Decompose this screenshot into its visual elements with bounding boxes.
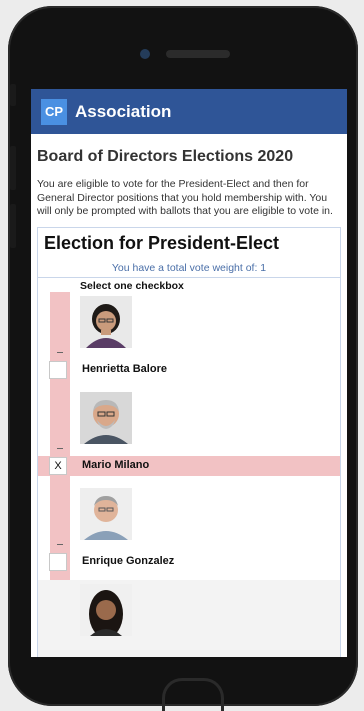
election-title: Election for President-Elect	[44, 232, 280, 253]
mute-switch	[10, 84, 16, 106]
earpiece-speaker	[166, 50, 230, 58]
candidate-row	[38, 579, 340, 657]
home-button[interactable]	[162, 678, 224, 711]
checkbox-row: X Mario Milano	[38, 455, 340, 476]
ballot-instruction: Select one checkbox	[80, 279, 184, 292]
candidate-photo	[80, 487, 132, 540]
candidate-row: Henrietta Balore	[38, 292, 340, 388]
candidate-photo	[80, 391, 132, 444]
candidate-row: X Mario Milano	[38, 388, 340, 484]
intro-text: You are eligible to vote for the Preside…	[37, 178, 333, 217]
volume-down-button	[10, 204, 16, 248]
ballot-card: Election for President-Elect You have a …	[37, 226, 341, 657]
app-name: Association	[75, 101, 172, 121]
checkbox-row: Enrique Gonzalez	[38, 552, 340, 572]
vote-weight-text: You have a total vote weight of: 1	[38, 262, 340, 278]
checkbox-row: Henrietta Balore	[38, 360, 340, 380]
candidate-list: Henrietta Balore X Mario Milano Enrique …	[38, 291, 340, 657]
app-logo[interactable]: CP	[41, 98, 67, 125]
dash-mark	[57, 351, 63, 353]
phone-screen: CP Association Board of Directors Electi…	[31, 89, 347, 657]
front-camera-icon	[140, 49, 150, 59]
candidate-name: Henrietta Balore	[82, 362, 167, 375]
dash-mark	[57, 543, 63, 545]
candidate-photo	[80, 295, 132, 348]
page-title: Board of Directors Elections 2020	[37, 148, 294, 165]
candidate-photo	[80, 583, 132, 636]
candidate-row: Enrique Gonzalez	[38, 484, 340, 580]
dash-mark	[57, 447, 63, 449]
candidate-checkbox[interactable]	[49, 552, 67, 571]
candidate-checkbox[interactable]: X	[49, 456, 67, 475]
candidate-checkbox[interactable]	[49, 360, 67, 379]
main-content: Board of Directors Elections 2020 You ar…	[31, 148, 347, 657]
app-header: CP Association	[31, 89, 347, 134]
volume-up-button	[10, 146, 16, 190]
candidate-name: Mario Milano	[82, 458, 150, 471]
candidate-name: Enrique Gonzalez	[82, 554, 175, 567]
